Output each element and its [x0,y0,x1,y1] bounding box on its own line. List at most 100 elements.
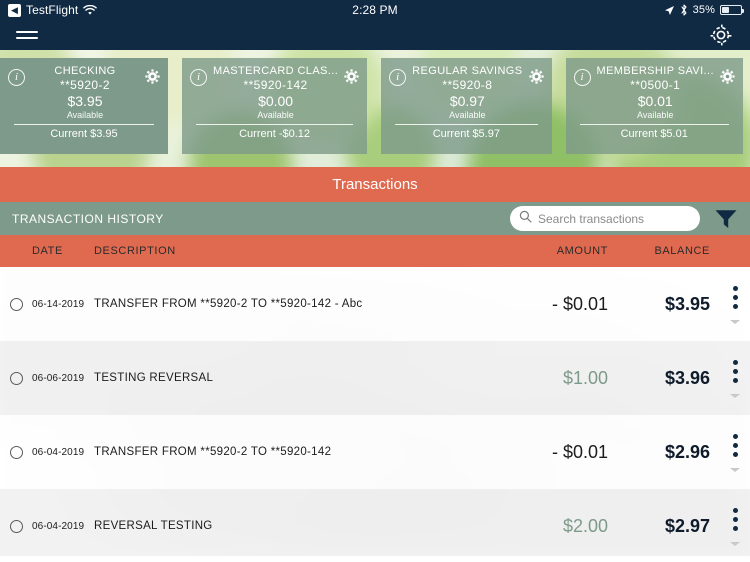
transaction-amount: - $0.01 [551,441,608,462]
info-icon[interactable]: i [190,69,207,86]
chevron-left-icon[interactable]: ◀ [8,3,21,17]
location-arrow-icon [664,5,675,16]
transaction-date: 06-06-2019 [32,372,85,384]
account-card[interactable]: i REGULAR SAVINGS **5920-8 $0.97 Availab… [381,58,552,154]
account-card[interactable]: i MASTERCARD CLAS... **5920-142 $0.00 Av… [182,58,368,154]
transaction-balance: $3.96 [664,367,710,388]
account-available-amount: $3.95 [67,93,103,109]
transaction-date: 06-14-2019 [32,298,85,310]
transaction-description: TRANSFER FROM **5920-2 TO **5920-142 [94,446,332,458]
transaction-date: 06-04-2019 [32,446,85,458]
bluetooth-icon [680,4,688,16]
search-field-wrapper[interactable] [510,206,700,231]
transaction-balance: $3.95 [664,293,710,314]
more-vertical-icon[interactable] [720,506,750,546]
account-name: CHECKING [54,65,116,77]
table-row[interactable]: 06-04-2019 REVERSAL TESTING $2.00 $2.97 [0,489,750,556]
ios-status-bar: ◀ TestFlight 2:28 PM 35% [0,0,750,20]
transaction-amount: - $0.01 [551,293,608,314]
account-available-label: Available [449,110,486,120]
account-name: MASTERCARD CLAS... [213,65,339,77]
column-header-amount: AMOUNT [556,245,608,257]
transactions-column-headers: DATE DESCRIPTION AMOUNT BALANCE [0,235,750,267]
column-header-date: DATE [32,245,63,257]
wifi-icon [83,4,98,16]
transaction-balance: $2.97 [664,515,710,536]
account-card[interactable]: i MEMBERSHIP SAVI... **0500-1 $0.01 Avai… [565,58,743,154]
status-bar-right: 35% [664,4,744,16]
account-available-amount: $0.01 [637,93,673,109]
transaction-amount: $1.00 [562,367,608,388]
account-number: **5920-2 [60,78,110,92]
account-available-amount: $0.97 [449,93,485,109]
account-name: REGULAR SAVINGS [412,65,523,77]
account-card-details: MEMBERSHIP SAVI... **0500-1 $0.01 Availa… [595,65,716,121]
transaction-amount: $2.00 [562,515,608,536]
account-number: **5920-8 [442,78,493,92]
table-row[interactable]: 06-06-2019 TESTING REVERSAL $1.00 $3.96 [0,341,750,415]
app-nav-bar [0,20,750,50]
transaction-description: REVERSAL TESTING [94,520,213,532]
battery-percent-label: 35% [692,4,715,16]
account-cards-row: i CHECKING **5920-2 $3.95 Available Curr… [0,50,750,167]
account-name: MEMBERSHIP SAVI... [596,65,714,77]
info-icon[interactable]: i [8,69,25,86]
account-available-label: Available [66,110,104,120]
more-vertical-icon[interactable] [720,284,750,324]
account-card-top: i CHECKING **5920-2 $3.95 Available [8,65,160,121]
accounts-carousel[interactable]: i CHECKING **5920-2 $3.95 Available Curr… [0,50,750,167]
app-root: ◀ TestFlight 2:28 PM 35% i CHECKING **59… [0,0,750,562]
back-app-label[interactable]: TestFlight [26,3,78,17]
account-card-details: REGULAR SAVINGS **5920-8 $0.97 Available [410,65,524,121]
gear-icon[interactable] [528,69,544,84]
gear-icon[interactable] [720,69,735,84]
column-header-balance: BALANCE [654,245,710,257]
transaction-balance: $2.96 [664,441,710,462]
account-current-balance: Current $3.95 [50,128,118,140]
battery-icon [720,5,744,15]
circle-checkbox-icon[interactable] [0,297,32,311]
transactions-rows-container: 06-14-2019 TRANSFER FROM **5920-2 TO **5… [0,267,750,556]
account-number: **0500-1 [630,78,681,92]
chevron-down-icon[interactable] [730,320,740,324]
search-icon [519,210,532,228]
gear-icon[interactable] [145,69,160,84]
chevron-down-icon[interactable] [730,468,740,472]
account-current-balance: Current $5.01 [620,128,688,140]
transaction-description: TRANSFER FROM **5920-2 TO **5920-142 - A… [94,298,363,310]
status-bar-clock: 2:28 PM [352,3,398,17]
gear-icon[interactable] [708,22,734,48]
gear-icon[interactable] [344,69,359,84]
account-card-top: i MASTERCARD CLAS... **5920-142 $0.00 Av… [190,65,359,121]
account-number: **5920-142 [243,78,308,92]
transaction-description: TESTING REVERSAL [94,372,214,384]
account-card-top: i MEMBERSHIP SAVI... **0500-1 $0.01 Avai… [573,65,735,121]
account-card[interactable]: i CHECKING **5920-2 $3.95 Available Curr… [0,58,168,154]
info-icon[interactable]: i [389,69,407,86]
chevron-down-icon[interactable] [730,394,740,398]
filter-funnel-icon[interactable] [710,208,738,230]
search-input[interactable] [538,211,691,226]
more-vertical-icon[interactable] [720,358,750,398]
account-available-amount: $0.00 [258,93,294,109]
account-current-balance: Current -$0.12 [239,128,311,140]
circle-checkbox-icon[interactable] [0,519,32,533]
hamburger-menu-icon[interactable] [16,27,38,43]
more-vertical-icon[interactable] [720,432,750,472]
transactions-list[interactable]: 06-14-2019 TRANSFER FROM **5920-2 TO **5… [0,267,750,556]
circle-checkbox-icon[interactable] [0,371,32,385]
status-bar-left: ◀ TestFlight [8,3,98,17]
page-title: Transactions [332,176,418,193]
account-card-top: i REGULAR SAVINGS **5920-8 $0.97 Availab… [389,65,544,121]
transaction-date: 06-04-2019 [32,520,85,532]
table-row[interactable]: 06-04-2019 TRANSFER FROM **5920-2 TO **5… [0,415,750,489]
info-icon[interactable]: i [573,69,591,86]
circle-checkbox-icon[interactable] [0,445,32,459]
table-row[interactable]: 06-14-2019 TRANSFER FROM **5920-2 TO **5… [0,267,750,341]
account-card-details: CHECKING **5920-2 $3.95 Available [29,65,141,121]
transactions-title-bar: Transactions [0,167,750,202]
chevron-down-icon[interactable] [730,542,740,546]
account-available-label: Available [637,110,674,120]
transaction-history-bar: TRANSACTION HISTORY [0,202,750,235]
column-header-description: DESCRIPTION [94,245,176,257]
